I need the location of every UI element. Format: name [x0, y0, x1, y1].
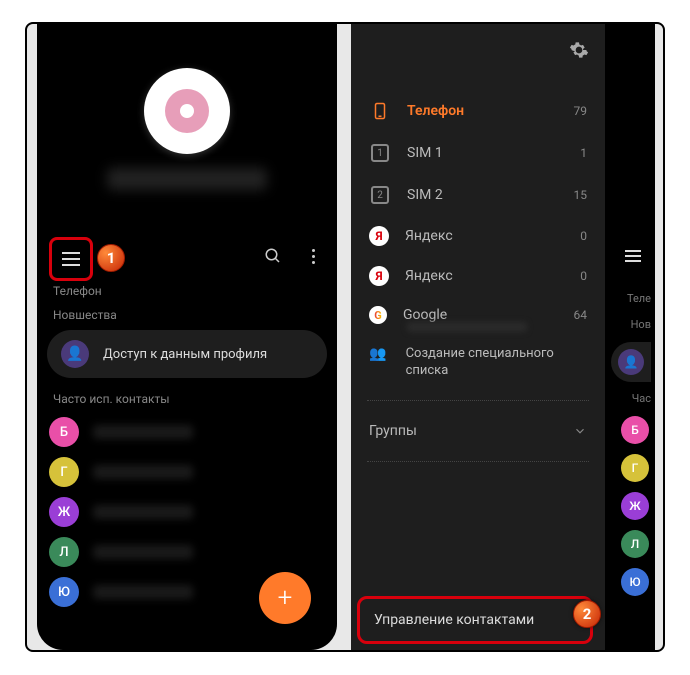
profile-name-blur: [107, 168, 267, 190]
create-custom-list[interactable]: 👥 Создание специального списка: [351, 334, 605, 392]
source-yandex[interactable]: Я Яндекс 0: [351, 216, 605, 256]
list-item[interactable]: Г: [49, 452, 337, 492]
settings-button[interactable]: [569, 40, 589, 64]
list-item[interactable]: Л: [49, 532, 337, 572]
hamburger-icon: [62, 252, 80, 266]
left-screenshot: 1 Телефон Новшества 👤 Доступ к данным пр…: [37, 24, 337, 650]
hamburger-icon: [625, 250, 641, 262]
phone-icon: [369, 100, 391, 122]
avatar: Б: [49, 417, 79, 447]
donut-icon: [165, 89, 209, 133]
search-button[interactable]: [263, 246, 283, 266]
account-source-list: Телефон 79 1 SIM 1 1 2 SIM 2 15 Я Яндекс…: [351, 80, 605, 392]
source-sim1[interactable]: 1 SIM 1 1: [351, 132, 605, 174]
sim-icon: 2: [371, 186, 389, 204]
avatar: Ж: [49, 497, 79, 527]
profile-access-text: Доступ к данным профиля: [103, 347, 267, 362]
right-screenshot: Теле Нов 👤 Час Б Г Ж Л Ю Телефон: [351, 24, 655, 650]
profile-header: [37, 24, 337, 234]
more-button[interactable]: [303, 246, 323, 266]
avatar: Л: [49, 537, 79, 567]
callout-badge-2: 2: [573, 600, 601, 628]
divider: [367, 461, 589, 462]
person-icon: 👤: [61, 340, 89, 368]
source-phone[interactable]: Телефон 79: [351, 90, 605, 132]
avatar-plate: [144, 68, 230, 154]
source-sim2[interactable]: 2 SIM 2 15: [351, 174, 605, 216]
list-item[interactable]: Б: [49, 412, 337, 452]
sim-icon: 1: [371, 144, 389, 162]
google-icon: [369, 306, 387, 324]
avatar: Ю: [49, 577, 79, 607]
profile-access-pill[interactable]: 👤 Доступ к данным профиля: [47, 330, 327, 378]
divider: [367, 400, 589, 401]
person-icon: 👤: [618, 349, 644, 375]
gear-icon: [569, 40, 589, 60]
source-yandex[interactable]: Я Яндекс 0: [351, 256, 605, 296]
source-google[interactable]: Google 64: [351, 296, 605, 334]
background-strip: Теле Нов 👤 Час Б Г Ж Л Ю: [605, 24, 655, 650]
avatar: Г: [49, 457, 79, 487]
navigation-drawer: Телефон 79 1 SIM 1 1 2 SIM 2 15 Я Яндекс…: [351, 24, 605, 650]
hamburger-button[interactable]: [49, 237, 93, 281]
list-item[interactable]: Ж: [49, 492, 337, 532]
yandex-icon: Я: [369, 226, 389, 246]
section-phone-label: Телефон: [37, 278, 337, 304]
manage-contacts-button[interactable]: Управление контактами: [357, 596, 593, 644]
frequent-label: Часто исп. контакты: [37, 382, 337, 412]
yandex-icon: Я: [369, 266, 389, 286]
chevron-down-icon: [573, 424, 587, 438]
groups-expander[interactable]: Группы: [351, 409, 605, 453]
people-icon: 👥: [369, 346, 390, 362]
fab-add-button[interactable]: +: [259, 572, 311, 624]
news-label: Новшества: [37, 304, 337, 326]
